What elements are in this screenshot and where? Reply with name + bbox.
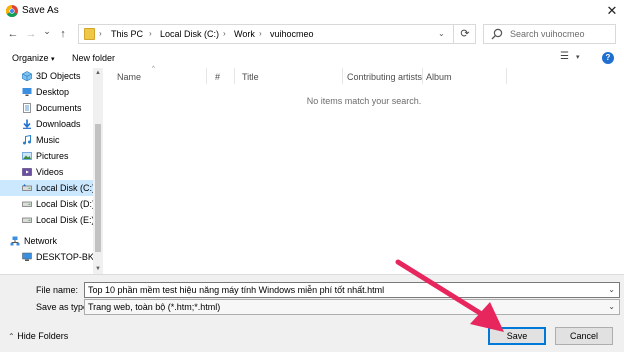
breadcrumb-separator: › [99,29,102,38]
hide-folders-button[interactable]: ⌃ Hide Folders [8,331,68,341]
chrome-icon [6,5,18,17]
help-icon[interactable]: ? [602,52,614,64]
breadcrumb-vuihocmeo[interactable]: vuihocmeo [270,29,314,39]
navigation-pane: 3D Objects Desktop Documents Downloads M… [0,68,103,274]
nav-item-label: Videos [36,167,64,177]
nav-item-3d-objects[interactable]: 3D Objects [0,68,93,84]
forward-arrow-icon[interactable]: → [24,27,38,41]
nav-item-label: Downloads [36,119,81,129]
file-list[interactable]: ^ Name # Title Contributing artists Albu… [104,66,624,274]
column-divider[interactable] [234,68,235,84]
nav-item-label: Local Disk (E:) [36,215,95,225]
pictures-icon [22,152,32,160]
music-icon [23,135,31,145]
nav-item-label: 3D Objects [36,71,81,81]
nav-item-label: Pictures [36,151,69,161]
folder-icon [84,28,95,40]
column-header-name[interactable]: Name [117,72,141,82]
cancel-button[interactable]: Cancel [555,327,613,345]
view-options-chevron-icon[interactable]: ▾ [576,53,580,61]
scrollbar-thumb[interactable] [95,124,101,252]
column-header-album[interactable]: Album [426,72,452,82]
new-folder-button[interactable]: New folder [72,53,115,63]
column-divider[interactable] [342,68,343,84]
column-divider[interactable] [422,68,423,84]
breadcrumb-work[interactable]: Work [234,29,255,39]
breadcrumb-separator: › [223,29,226,38]
hide-folders-label: Hide Folders [17,331,69,341]
up-arrow-icon[interactable]: ↑ [56,27,70,41]
nav-item-label: Local Disk (C:) [36,183,96,193]
breadcrumb-separator: › [259,29,262,38]
nav-item-local-disk-e[interactable]: Local Disk (E:) [0,212,95,228]
breadcrumb-separator: › [149,29,152,38]
close-icon[interactable]: ✕ [604,3,620,19]
desktop-icon [22,88,32,96]
address-bar[interactable]: › This PC › Local Disk (C:) › Work › vui… [78,24,476,44]
computer-icon [22,252,32,261]
window-title: Save As [22,5,59,16]
title-bar: Save As ✕ [0,0,624,22]
recent-locations-chevron-icon[interactable]: ⌄ [40,24,54,38]
organize-chevron-icon: ▾ [51,56,55,63]
nav-item-desktop[interactable]: Desktop [0,84,93,100]
save-as-type-dropdown-icon[interactable]: ⌄ [608,302,615,311]
search-icon [491,28,503,40]
nav-item-videos[interactable]: Videos [0,164,93,180]
videos-icon [22,168,32,176]
column-divider[interactable] [206,68,207,84]
nav-item-label: Network [24,236,58,246]
network-icon [10,236,20,246]
drive-icon [22,217,32,223]
cube-icon [22,71,32,81]
nav-item-documents[interactable]: Documents [0,100,93,116]
file-name-label: File name: [36,285,79,295]
nav-item-local-disk-c[interactable]: Local Disk (C:) [0,180,96,196]
nav-item-label: Desktop [36,87,70,97]
scroll-up-icon[interactable]: ▲ [93,68,103,78]
breadcrumb-this-pc[interactable]: This PC [111,29,143,39]
file-name-dropdown-icon[interactable]: ⌄ [608,285,615,294]
save-as-type-label: Save as type: [36,302,91,312]
column-header-contributing-artists[interactable]: Contributing artists [347,72,422,82]
nav-item-label: Music [36,135,60,145]
drive-icon [22,201,32,207]
sort-ascending-icon: ^ [152,66,155,72]
scroll-down-icon[interactable]: ▼ [93,264,103,274]
file-name-field[interactable]: Top 10 phần mềm test hiệu năng máy tính … [84,282,620,298]
column-header-number[interactable]: # [215,72,220,82]
search-input[interactable]: Search vuihocmeo [483,24,616,44]
nav-item-network[interactable]: Network [0,233,93,249]
empty-folder-message: No items match your search. [306,96,422,106]
nav-item-local-disk-d[interactable]: Local Disk (D:) [0,196,96,212]
file-name-value: Top 10 phần mềm test hiệu năng máy tính … [88,285,385,295]
breadcrumb-local-disk-c[interactable]: Local Disk (C:) [160,29,219,39]
save-as-type-select[interactable]: Trang web, toàn bộ (*.htm;*.html) ⌄ [84,299,620,315]
save-as-type-value: Trang web, toàn bộ (*.htm;*.html) [88,302,221,312]
nav-item-pictures[interactable]: Pictures [0,148,93,164]
chevron-up-icon: ⌃ [8,332,15,341]
back-arrow-icon[interactable]: ← [6,27,20,41]
refresh-icon[interactable]: ⟳ [458,27,472,41]
navigation-pane-scrollbar[interactable]: ▲ ▼ [93,68,103,274]
save-button[interactable]: Save [488,327,546,345]
drive-icon [22,184,32,191]
download-icon [23,119,31,129]
nav-item-downloads[interactable]: Downloads [0,116,93,132]
view-options-icon[interactable]: ☰ [560,51,569,62]
nav-item-desktop-bkmbi[interactable]: DESKTOP-BKMBI [0,249,102,265]
column-divider[interactable] [506,68,507,84]
divider [453,25,454,43]
organize-button[interactable]: Organize ▾ [12,53,55,63]
nav-item-music[interactable]: Music [0,132,93,148]
documents-icon [23,103,31,113]
address-dropdown-icon[interactable]: ⌄ [438,29,445,38]
toolbar: Organize ▾ New folder ☰ ▾ [0,48,624,68]
organize-label: Organize [12,53,49,63]
column-header-title[interactable]: Title [242,72,259,82]
nav-item-label: Local Disk (D:) [36,199,96,209]
search-placeholder: Search vuihocmeo [510,29,585,39]
save-options-panel: File name: Top 10 phần mềm test hiệu năn… [0,274,624,352]
nav-item-label: Documents [36,103,82,113]
